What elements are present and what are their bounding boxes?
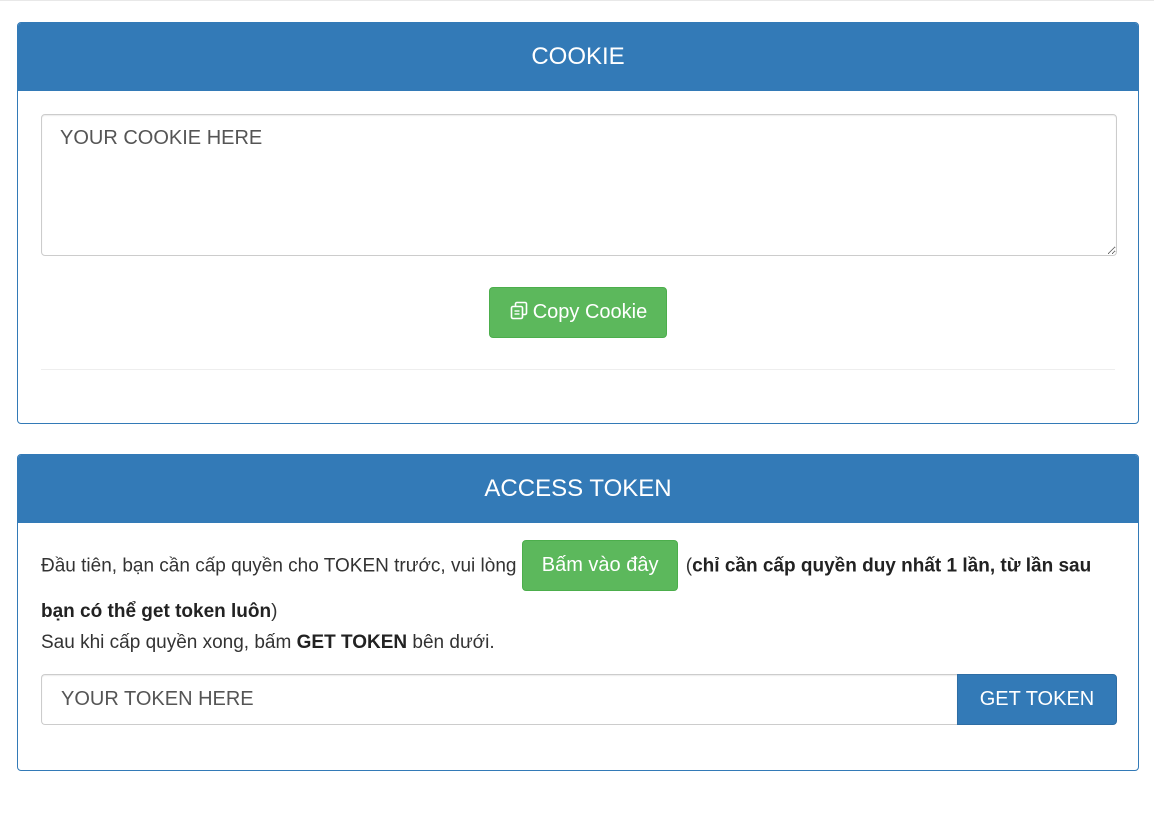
grant-permission-button[interactable]: Bấm vào đây — [521, 540, 679, 591]
top-divider — [0, 0, 1154, 1]
page: COOKIE Copy Cookie ACCE — [0, 0, 1154, 817]
access-token-panel-body: Đầu tiên, bạn cần cấp quyền cho TOKEN tr… — [18, 523, 1138, 725]
cookie-panel-body: Copy Cookie — [18, 91, 1138, 370]
copy-icon — [509, 291, 529, 340]
after-instructions: Sau khi cấp quyền xong, bấm GET TOKEN bê… — [41, 632, 1115, 654]
cookie-panel-title: COOKIE — [18, 23, 1138, 91]
get-token-button[interactable]: GET TOKEN — [957, 674, 1117, 725]
access-token-panel: ACCESS TOKEN Đầu tiên, bạn cần cấp quyền… — [17, 454, 1139, 771]
copy-cookie-button[interactable]: Copy Cookie — [488, 287, 668, 340]
cookie-divider — [41, 369, 1115, 370]
after-bold: GET TOKEN — [296, 632, 408, 653]
paren-close: ) — [271, 601, 278, 622]
copy-cookie-label: Copy Cookie — [532, 301, 648, 323]
token-input-group: GET TOKEN — [41, 674, 1117, 725]
instructions: Đầu tiên, bạn cần cấp quyền cho TOKEN tr… — [41, 540, 1115, 632]
access-token-panel-title: ACCESS TOKEN — [18, 455, 1138, 523]
after-prefix: Sau khi cấp quyền xong, bấm — [41, 632, 292, 653]
copy-row: Copy Cookie — [41, 287, 1115, 338]
cookie-textarea[interactable] — [41, 114, 1117, 256]
after-suffix: bên dưới. — [412, 632, 495, 653]
cookie-panel: COOKIE Copy Cookie — [17, 22, 1139, 424]
token-input[interactable] — [41, 674, 957, 725]
intro-text: Đầu tiên, bạn cần cấp quyền cho TOKEN tr… — [41, 555, 517, 577]
